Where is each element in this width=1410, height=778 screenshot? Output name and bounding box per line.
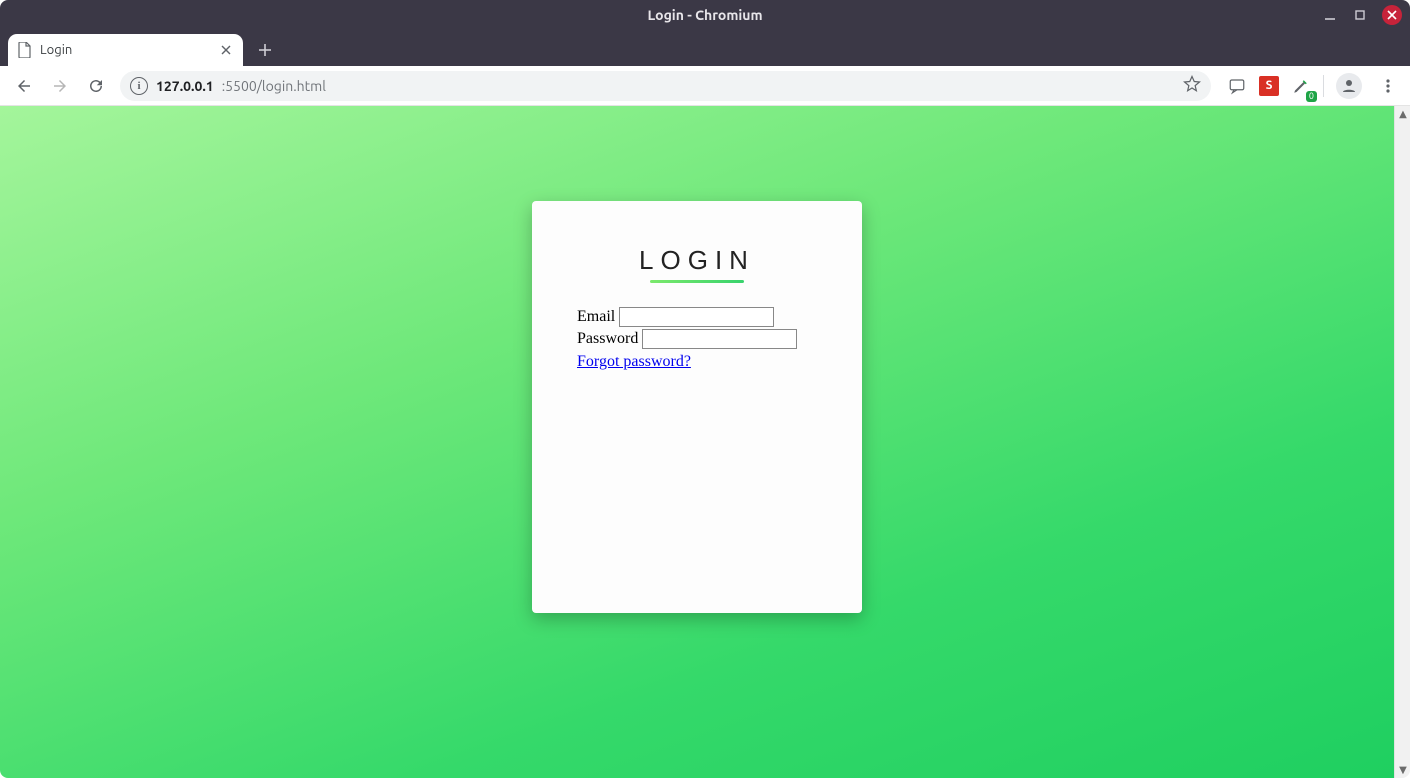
login-card: LOGIN Email Password Forgot password?: [532, 201, 862, 613]
scroll-up-icon[interactable]: ▲: [1395, 106, 1410, 122]
maximize-button[interactable]: [1352, 7, 1368, 23]
window-controls: [1322, 0, 1402, 29]
password-input[interactable]: [642, 329, 797, 349]
browser-window: Login - Chromium Login: [0, 0, 1410, 778]
page-content: LOGIN Email Password Forgot password?: [0, 106, 1394, 778]
password-row: Password: [577, 329, 817, 349]
email-row: Email: [577, 307, 817, 327]
email-label: Email: [577, 308, 615, 326]
scroll-down-icon[interactable]: ▼: [1395, 762, 1410, 778]
new-tab-button[interactable]: [251, 36, 279, 64]
extension-chat-icon[interactable]: [1227, 76, 1247, 96]
heading-underline: [650, 280, 744, 283]
bookmark-star-icon[interactable]: [1183, 75, 1201, 96]
window-titlebar: Login - Chromium: [0, 0, 1410, 29]
url-host: 127.0.0.1: [156, 78, 214, 94]
profile-avatar[interactable]: [1336, 73, 1362, 99]
browser-toolbar: i 127.0.0.1 :5500/login.html S: [0, 66, 1410, 106]
back-button[interactable]: [8, 70, 40, 102]
file-icon: [18, 42, 32, 58]
browser-tab[interactable]: Login: [8, 34, 243, 66]
forward-button[interactable]: [44, 70, 76, 102]
vertical-scrollbar[interactable]: ▲ ▼: [1394, 106, 1410, 778]
url-path: :5500/login.html: [222, 78, 326, 94]
browser-viewport: LOGIN Email Password Forgot password? ▲ …: [0, 106, 1410, 778]
minimize-button[interactable]: [1322, 7, 1338, 23]
close-button[interactable]: [1382, 5, 1402, 25]
browser-menu-icon[interactable]: [1374, 72, 1402, 100]
site-info-icon[interactable]: i: [130, 77, 148, 95]
extension-stylus-icon[interactable]: [1291, 76, 1311, 96]
tab-strip: Login: [0, 29, 1410, 66]
tab-title: Login: [40, 43, 72, 57]
email-input[interactable]: [619, 307, 774, 327]
login-heading: LOGIN: [577, 245, 817, 276]
reload-button[interactable]: [80, 70, 112, 102]
address-bar[interactable]: i 127.0.0.1 :5500/login.html: [120, 71, 1211, 101]
extension-red-icon[interactable]: S: [1259, 76, 1279, 96]
tab-close-icon[interactable]: [219, 43, 233, 57]
window-title: Login - Chromium: [647, 7, 762, 23]
password-label: Password: [577, 330, 638, 348]
forgot-password-link[interactable]: Forgot password?: [577, 353, 691, 371]
toolbar-divider: [1323, 75, 1324, 97]
extensions-area: S: [1219, 72, 1402, 100]
